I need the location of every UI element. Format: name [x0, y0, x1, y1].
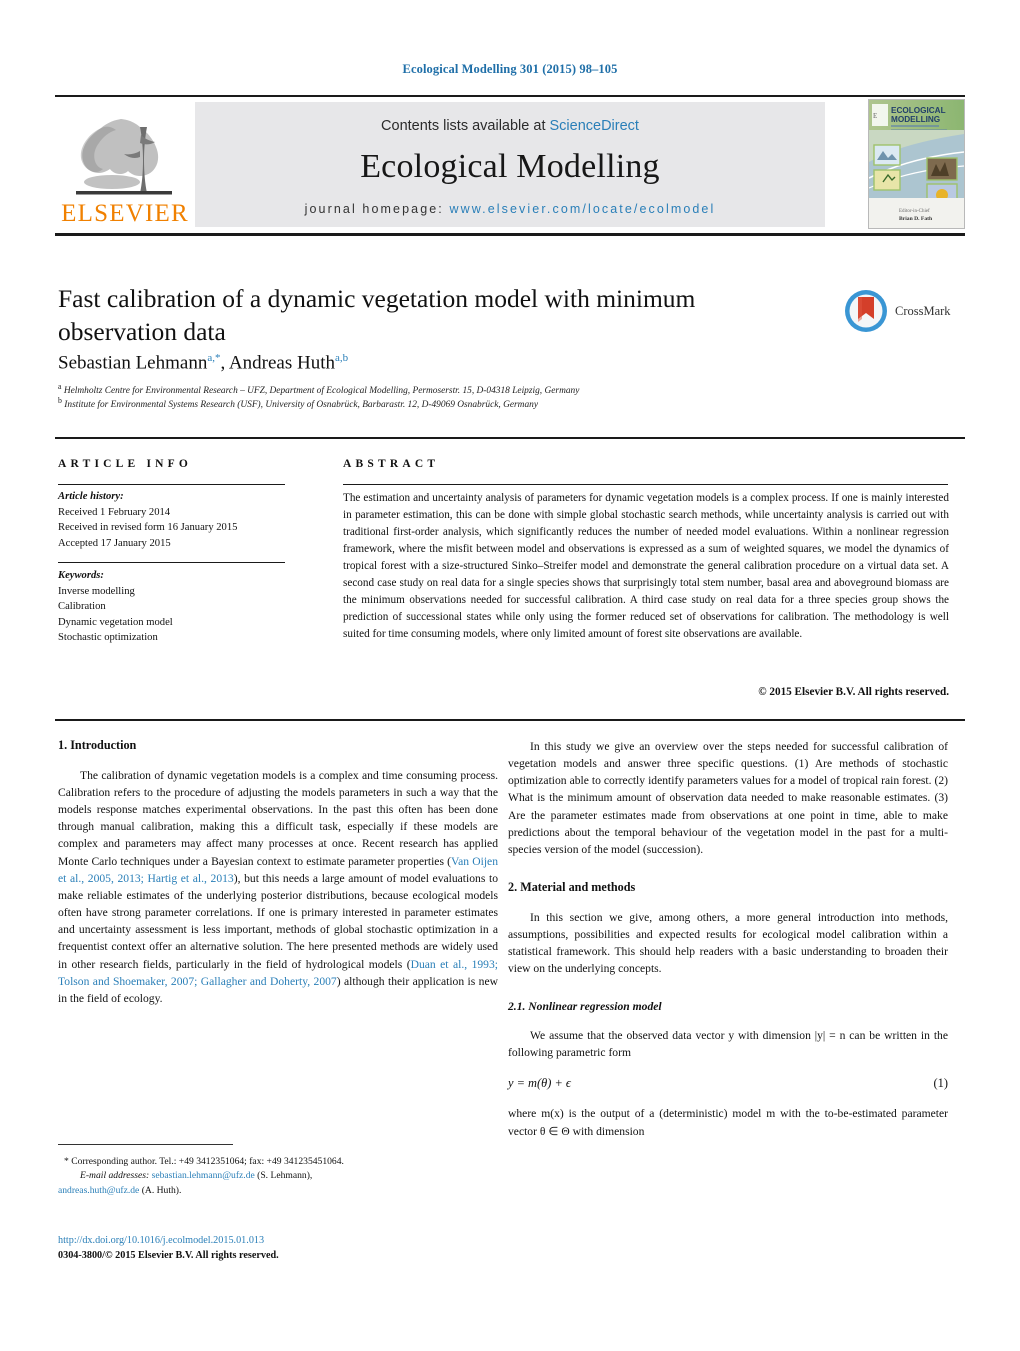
intro-p1-part-a: The calibration of dynamic vegetation mo…: [58, 768, 498, 868]
author-1-affiliation-marker[interactable]: a,*: [207, 352, 220, 364]
journal-cover-art: E ECOLOGICAL MODELLING Editor-in-Chief B…: [869, 100, 964, 228]
elsevier-tree-icon: [76, 119, 172, 195]
corresponding-author-text: Corresponding author. Tel.: +49 34123510…: [71, 1156, 344, 1167]
abstract-heading: ABSTRACT: [343, 458, 440, 470]
doi-link[interactable]: http://dx.doi.org/10.1016/j.ecolmodel.20…: [58, 1235, 264, 1246]
footnote-rule: [58, 1144, 233, 1146]
body-column-right: In this study we give an overview over t…: [508, 738, 948, 1140]
crossmark-label: CrossMark: [895, 303, 951, 318]
equation-1-body: y = m(θ) + ϵ: [508, 1076, 571, 1091]
running-head: Ecological Modelling 301 (2015) 98–105: [402, 62, 618, 76]
svg-text:Brian D. Fath: Brian D. Fath: [899, 216, 933, 222]
svg-text:MODELLING: MODELLING: [891, 115, 940, 124]
homepage-url-link[interactable]: www.elsevier.com/locate/ecolmodel: [449, 202, 715, 216]
contents-prefix: Contents lists available at: [381, 117, 550, 134]
elsevier-wordmark: ELSEVIER: [61, 200, 189, 227]
keyword-item: Calibration: [58, 601, 106, 613]
affiliation-a-marker: a: [58, 382, 62, 391]
homepage-prefix: journal homepage:: [304, 201, 450, 216]
journal-title: Ecological Modelling: [360, 147, 660, 185]
page-title: Fast calibration of a dynamic vegetation…: [58, 284, 696, 347]
history-item: Accepted 17 January 2015: [58, 537, 171, 549]
footnote-block: * Corresponding author. Tel.: +49 341235…: [58, 1155, 498, 1198]
keywords-block: Keywords: Inverse modelling Calibration …: [58, 568, 308, 646]
keywords-label: Keywords:: [58, 570, 104, 581]
methods-paragraph-3: where m(x) is the output of a (determini…: [508, 1107, 948, 1138]
affiliation-b-text: Institute for Environmental Systems Rese…: [64, 400, 538, 411]
author-list: Sebastian Lehmanna,*, Andreas Hutha,b: [58, 352, 758, 374]
abstract-text: The estimation and uncertainty analysis …: [343, 492, 949, 641]
article-history-block: Article history: Received 1 February 201…: [58, 489, 308, 551]
header-rule-bottom: [55, 233, 965, 236]
equation-1: y = m(θ) + ϵ (1): [508, 1074, 948, 1092]
corresponding-author-note: * Corresponding author. Tel.: +49 341235…: [58, 1155, 498, 1169]
email-owner-huth: (A. Huth).: [141, 1184, 182, 1196]
journal-cover-thumbnail[interactable]: E ECOLOGICAL MODELLING Editor-in-Chief B…: [868, 99, 965, 229]
history-item: Received in revised form 16 January 2015: [58, 522, 238, 534]
intro-p1-part-b: ), but this needs a large amount of mode…: [58, 871, 498, 971]
affiliation-b-marker: b: [58, 396, 62, 405]
section-heading-introduction: 1. Introduction: [58, 738, 137, 752]
intro-paragraph-1: The calibration of dynamic vegetation mo…: [58, 767, 498, 1007]
abstract-divider: [343, 484, 948, 486]
elsevier-logo[interactable]: ELSEVIER: [55, 97, 195, 232]
section-heading-material-and-methods: 2. Material and methods: [508, 880, 636, 895]
equation-1-number: (1): [933, 1076, 948, 1091]
info-rule-top: [55, 437, 965, 439]
body-column-left: 1. Introduction The calibration of dynam…: [58, 738, 498, 1007]
email-addresses-label: E-mail addresses:: [80, 1170, 150, 1182]
info-divider-2: [58, 562, 285, 564]
svg-text:E: E: [873, 112, 877, 120]
methods-paragraph-1: In this section we give, among others, a…: [508, 910, 948, 976]
issn-copyright-line: 0304-3800/© 2015 Elsevier B.V. All right…: [58, 1250, 279, 1262]
author-separator: ,: [220, 352, 229, 374]
methods-paragraph-2: We assume that the observed data vector …: [508, 1028, 948, 1059]
affiliation-b: b Institute for Environmental Systems Re…: [58, 395, 858, 413]
email-owner-lehmann: (S. Lehmann),: [257, 1170, 313, 1182]
sciencedirect-link[interactable]: ScienceDirect: [550, 118, 639, 134]
article-history-label: Article history:: [58, 491, 124, 502]
subsection-heading-nonlinear-regression-model: 2.1. Nonlinear regression model: [508, 999, 662, 1013]
doi-block: http://dx.doi.org/10.1016/j.ecolmodel.20…: [58, 1233, 498, 1264]
footnote-star: *: [64, 1156, 69, 1167]
crossmark-icon: [845, 290, 887, 332]
masthead-center: Contents lists available at ScienceDirec…: [195, 102, 825, 227]
email-note: E-mail addresses: sebastian.lehmann@ufz.…: [58, 1169, 498, 1183]
article-page: Ecological Modelling 301 (2015) 98–105 E…: [0, 0, 1020, 1351]
keyword-item: Inverse modelling: [58, 585, 135, 597]
history-item: Received 1 February 2014: [58, 506, 171, 518]
email-note-2: andreas.huth@ufz.de (A. Huth).: [58, 1184, 498, 1198]
contents-available-line: Contents lists available at ScienceDirec…: [381, 118, 639, 134]
svg-text:Editor-in-Chief: Editor-in-Chief: [899, 209, 930, 214]
email-link-huth[interactable]: andreas.huth@ufz.de: [58, 1185, 139, 1196]
journal-masthead: ELSEVIER Contents lists available at Sci…: [55, 97, 965, 232]
article-info-heading: ARTICLE INFO: [58, 458, 193, 470]
abstract-copyright: © 2015 Elsevier B.V. All rights reserved…: [758, 686, 949, 698]
author-name-1: Sebastian Lehmann: [58, 352, 208, 374]
email-link-lehmann[interactable]: sebastian.lehmann@ufz.de: [152, 1170, 255, 1181]
journal-homepage-line: journal homepage: www.elsevier.com/locat…: [305, 202, 716, 216]
author-name-2: Andreas Huth: [228, 352, 335, 374]
keyword-item: Stochastic optimization: [58, 632, 158, 644]
abstract-rule-bottom: [55, 719, 965, 721]
crossmark-badge[interactable]: CrossMark: [843, 280, 955, 342]
info-divider-1: [58, 484, 285, 486]
keyword-item: Dynamic vegetation model: [58, 616, 173, 628]
intro-paragraph-2: In this study we give an overview over t…: [508, 740, 948, 856]
author-2-affiliation-marker[interactable]: a,b: [335, 352, 348, 364]
svg-text:ECOLOGICAL: ECOLOGICAL: [891, 106, 946, 115]
